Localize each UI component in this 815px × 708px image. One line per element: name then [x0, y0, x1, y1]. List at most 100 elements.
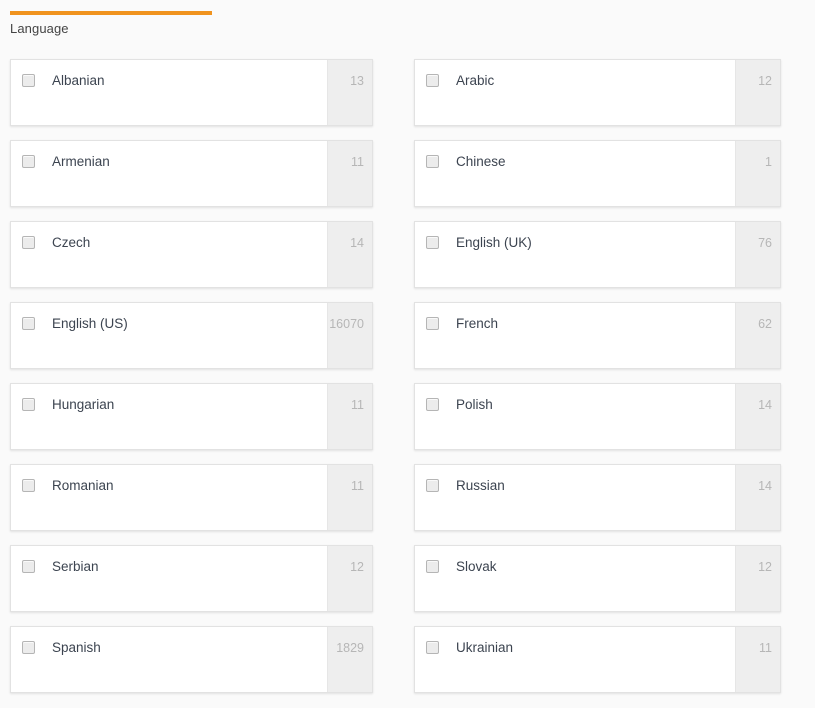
facet-item-count: 1829 — [336, 641, 364, 655]
facet-card-body[interactable]: Russian — [415, 465, 735, 530]
facet-item-count: 14 — [758, 398, 772, 412]
facet-card-body[interactable]: Polish — [415, 384, 735, 449]
facet-card-body[interactable]: French — [415, 303, 735, 368]
facet-header: Language — [10, 11, 212, 37]
facet-item-count: 12 — [758, 560, 772, 574]
facet-count-box: 62 — [735, 303, 780, 368]
facet-card-body[interactable]: Romanian — [11, 465, 327, 530]
facet-item-count: 11 — [759, 641, 772, 655]
facet-item-label: Czech — [52, 235, 91, 250]
facet-count-box: 1829 — [327, 627, 372, 692]
facet-card[interactable]: Albanian 13 — [10, 59, 373, 126]
checkbox-unchecked-icon[interactable] — [22, 236, 35, 249]
checkbox-unchecked-icon[interactable] — [22, 479, 35, 492]
checkbox-unchecked-icon[interactable] — [426, 155, 439, 168]
facet-count-box: 11 — [735, 627, 780, 692]
facet-card-body[interactable]: Armenian — [11, 141, 327, 206]
facet-count-box: 14 — [327, 222, 372, 287]
facet-item-label: Chinese — [456, 154, 506, 169]
facet-item-count: 12 — [350, 560, 364, 574]
facet-count-box: 11 — [327, 384, 372, 449]
checkbox-unchecked-icon[interactable] — [22, 560, 35, 573]
facet-item-count: 16070 — [329, 317, 364, 331]
facet-card[interactable]: Spanish 1829 — [10, 626, 373, 693]
facet-card-body[interactable]: Slovak — [415, 546, 735, 611]
facet-item-label: French — [456, 316, 499, 331]
facet-card[interactable]: Hungarian 11 — [10, 383, 373, 450]
facet-count-box: 11 — [327, 465, 372, 530]
facet-item-count: 76 — [758, 236, 772, 250]
facet-item-label: English (US) — [52, 316, 128, 331]
facet-item-label: Slovak — [456, 559, 497, 574]
facet-card-body[interactable]: Albanian — [11, 60, 327, 125]
facet-item-label: Spanish — [52, 640, 101, 655]
checkbox-unchecked-icon[interactable] — [22, 317, 35, 330]
facet-count-box: 76 — [735, 222, 780, 287]
facet-card[interactable]: Armenian 11 — [10, 140, 373, 207]
facet-item-label: Serbian — [52, 559, 99, 574]
checkbox-unchecked-icon[interactable] — [22, 155, 35, 168]
checkbox-unchecked-icon[interactable] — [22, 398, 35, 411]
facet-count-box: 12 — [735, 60, 780, 125]
checkbox-unchecked-icon[interactable] — [426, 641, 439, 654]
facet-item-count: 11 — [351, 479, 364, 493]
facet-item-count: 11 — [351, 398, 364, 412]
facet-count-box: 14 — [735, 384, 780, 449]
facet-count-box: 11 — [327, 141, 372, 206]
facet-item-label: Hungarian — [52, 397, 115, 412]
facet-count-box: 13 — [327, 60, 372, 125]
facet-item-label: Albanian — [52, 73, 105, 88]
facet-card-body[interactable]: English (UK) — [415, 222, 735, 287]
facet-card-body[interactable]: Czech — [11, 222, 327, 287]
facet-item-label: Ukrainian — [456, 640, 514, 655]
facet-item-count: 1 — [765, 155, 772, 169]
facet-item-label: Arabic — [456, 73, 495, 88]
facet-item-label: English (UK) — [456, 235, 532, 250]
facet-card[interactable]: Chinese 1 — [414, 140, 781, 207]
checkbox-unchecked-icon[interactable] — [426, 236, 439, 249]
checkbox-unchecked-icon[interactable] — [426, 317, 439, 330]
facet-item-label: Polish — [456, 397, 493, 412]
facet-card-body[interactable]: Serbian — [11, 546, 327, 611]
facet-item-count: 14 — [350, 236, 364, 250]
facet-card[interactable]: Serbian 12 — [10, 545, 373, 612]
checkbox-unchecked-icon[interactable] — [426, 560, 439, 573]
facet-card[interactable]: Romanian 11 — [10, 464, 373, 531]
facet-card[interactable]: Slovak 12 — [414, 545, 781, 612]
checkbox-unchecked-icon[interactable] — [426, 479, 439, 492]
checkbox-unchecked-icon[interactable] — [22, 641, 35, 654]
facet-count-box: 1 — [735, 141, 780, 206]
checkbox-unchecked-icon[interactable] — [426, 74, 439, 87]
facet-card-body[interactable]: English (US) — [11, 303, 327, 368]
facet-count-box: 12 — [327, 546, 372, 611]
facet-item-label: Russian — [456, 478, 505, 493]
facet-count-box: 16070 — [327, 303, 372, 368]
facet-item-count: 14 — [758, 479, 772, 493]
facet-count-box: 14 — [735, 465, 780, 530]
facet-item-label: Romanian — [52, 478, 114, 493]
facet-item-label: Armenian — [52, 154, 110, 169]
facet-card-body[interactable]: Ukrainian — [415, 627, 735, 692]
facet-card[interactable]: Russian 14 — [414, 464, 781, 531]
facet-item-count: 62 — [758, 317, 772, 331]
facet-card-body[interactable]: Chinese — [415, 141, 735, 206]
facet-item-count: 11 — [351, 155, 364, 169]
facet-card[interactable]: Czech 14 — [10, 221, 373, 288]
facet-card-body[interactable]: Hungarian — [11, 384, 327, 449]
facet-column-right: Arabic 12 Chinese 1 English (UK) 76 French 62 Po… — [414, 59, 781, 707]
facet-card[interactable]: English (UK) 76 — [414, 221, 781, 288]
facet-card[interactable]: Arabic 12 — [414, 59, 781, 126]
facet-card-body[interactable]: Spanish — [11, 627, 327, 692]
checkbox-unchecked-icon[interactable] — [426, 398, 439, 411]
facet-card[interactable]: English (US) 16070 — [10, 302, 373, 369]
facet-title: Language — [10, 21, 69, 36]
facet-column-left: Albanian 13 Armenian 11 Czech 14 English (US) 1… — [10, 59, 373, 707]
checkbox-unchecked-icon[interactable] — [22, 74, 35, 87]
facet-count-box: 12 — [735, 546, 780, 611]
facet-item-count: 13 — [350, 74, 364, 88]
facet-card-body[interactable]: Arabic — [415, 60, 735, 125]
facet-card[interactable]: Polish 14 — [414, 383, 781, 450]
facet-item-count: 12 — [758, 74, 772, 88]
facet-card[interactable]: Ukrainian 11 — [414, 626, 781, 693]
facet-card[interactable]: French 62 — [414, 302, 781, 369]
